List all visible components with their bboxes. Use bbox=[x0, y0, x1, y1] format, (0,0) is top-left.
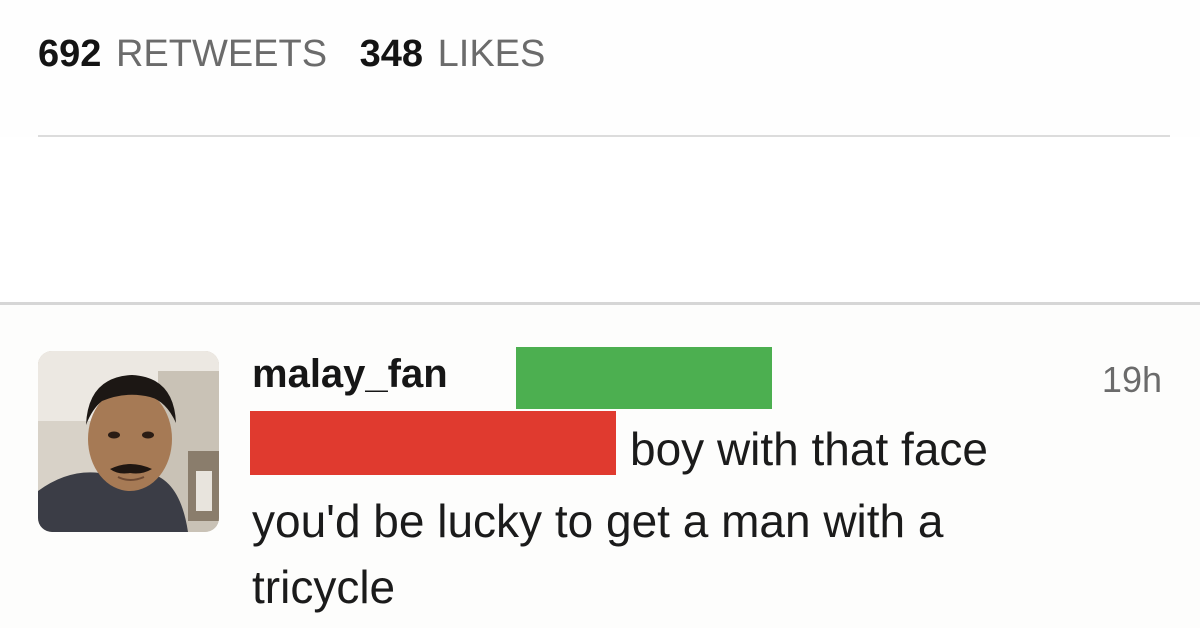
username[interactable]: malay_fan bbox=[252, 349, 448, 399]
likes-count: 348 bbox=[359, 33, 424, 75]
retweets-count: 692 bbox=[38, 33, 102, 75]
action-bar-area bbox=[0, 137, 1200, 302]
likes-stat[interactable]: 348 LIKES bbox=[360, 30, 546, 78]
tweet-detail-view: 692 RETWEETS 348 LIKES malay_fan 19h boy… bbox=[0, 0, 1200, 628]
avatar-photo bbox=[38, 351, 219, 532]
redaction-bar-green bbox=[516, 347, 772, 409]
reply-text-line: you'd be lucky to get a man with a bbox=[252, 495, 944, 547]
retweets-label: RETWEETS bbox=[115, 33, 328, 75]
reply-tweet[interactable]: malay_fan 19h boy with that face you'd b… bbox=[0, 305, 1200, 628]
likes-label: LIKES bbox=[437, 33, 546, 75]
reply-text-line: boy with that face bbox=[630, 423, 988, 475]
redaction-bar-red bbox=[250, 411, 616, 475]
retweets-stat[interactable]: 692 RETWEETS bbox=[38, 30, 327, 78]
engagement-stats: 692 RETWEETS 348 LIKES bbox=[38, 30, 567, 78]
timestamp[interactable]: 19h bbox=[1102, 357, 1162, 403]
reply-text-line: tricycle bbox=[252, 561, 396, 613]
avatar[interactable] bbox=[38, 351, 219, 532]
